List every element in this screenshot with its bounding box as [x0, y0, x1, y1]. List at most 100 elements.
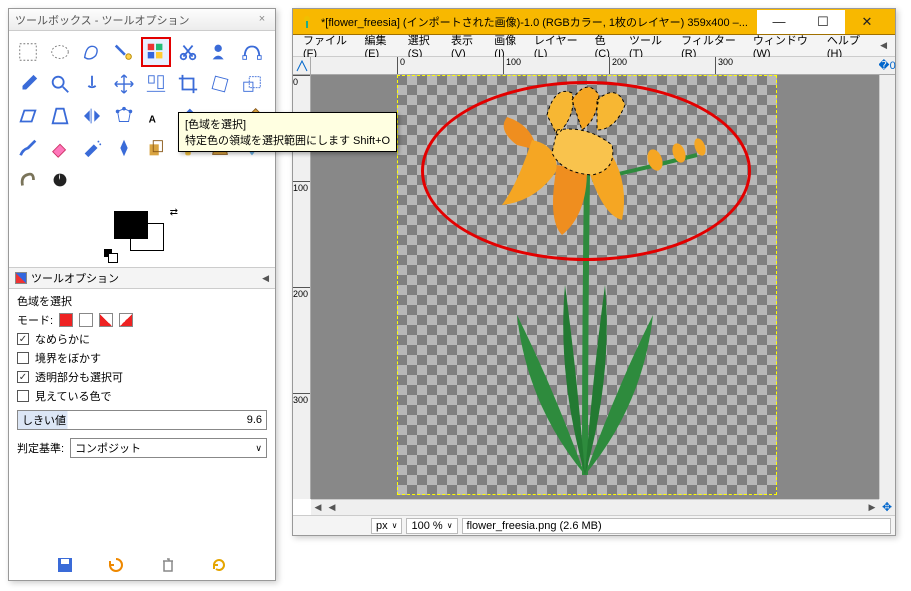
image-title: *[flower_freesia] (インポートされた画像)-1.0 (RGBカ… [321, 14, 757, 30]
reset-options-icon[interactable] [210, 556, 228, 574]
smoothing-row[interactable]: ✓ なめらかに [17, 331, 267, 347]
perspective-tool[interactable] [45, 101, 75, 131]
scrollbar-vertical[interactable] [879, 75, 895, 499]
crop-tool[interactable] [173, 69, 203, 99]
status-filename: flower_freesia.png (2.6 MB) [462, 518, 891, 534]
scrollbar-horizontal[interactable]: ◀ ◀ ▶ [311, 499, 879, 515]
close-icon[interactable]: × [255, 13, 269, 27]
mode-add[interactable] [79, 313, 93, 327]
scale-tool[interactable] [237, 69, 267, 99]
options-title: 色域を選択 [17, 293, 267, 309]
options-icon [15, 272, 27, 284]
zoom-tool[interactable] [45, 69, 75, 99]
dodge-burn-tool[interactable] [45, 165, 75, 195]
shear-tool[interactable] [13, 101, 43, 131]
rect-select-tool[interactable] [13, 37, 43, 67]
foreground-select-tool[interactable] [205, 37, 235, 67]
ellipse-select-tool[interactable] [45, 37, 75, 67]
options-footer [9, 556, 275, 574]
smoothing-label: なめらかに [35, 331, 90, 347]
scroll-right-icon[interactable]: ▶ [865, 502, 879, 513]
color-swatch[interactable]: ⇄ [102, 205, 182, 265]
tool-options-header[interactable]: ツールオプション ◀ [9, 267, 275, 289]
transparent-label: 透明部分も選択可 [35, 369, 123, 385]
airbrush-tool[interactable] [77, 133, 107, 163]
criterion-combo[interactable]: コンポジット ∨ [70, 438, 267, 458]
quick-mask-icon[interactable]: �0 [879, 57, 895, 75]
ruler-tick: 200 [609, 57, 627, 75]
filename-text: flower_freesia.png (2.6 MB) [467, 520, 602, 532]
save-options-icon[interactable] [56, 556, 74, 574]
mode-intersect[interactable] [119, 313, 133, 327]
eraser-tool[interactable] [45, 133, 75, 163]
text-tool[interactable]: A [141, 101, 171, 131]
mode-row: モード: [17, 312, 267, 328]
visible-label: 見えている色で [35, 388, 111, 404]
ruler-corner[interactable] [293, 57, 311, 75]
default-colors-icon[interactable] [104, 249, 118, 263]
measure-tool[interactable] [77, 69, 107, 99]
fuzzy-select-tool[interactable] [109, 37, 139, 67]
select-by-color-tool[interactable] [141, 37, 171, 67]
smudge-tool[interactable] [13, 165, 43, 195]
tooltip-desc: 特定色の領域を選択範囲にします Shift+O [185, 132, 390, 148]
ink-tool[interactable] [109, 133, 139, 163]
chevron-down-icon: ∨ [392, 521, 398, 530]
zoom-value: 100 % [411, 520, 442, 532]
visible-row[interactable]: 見えている色で [17, 388, 267, 404]
mode-subtract[interactable] [99, 313, 113, 327]
ruler-horizontal[interactable]: 0 100 200 300 [311, 57, 879, 75]
chevron-down-icon: ∨ [255, 443, 262, 454]
tool-options-body: 色域を選択 モード: ✓ なめらかに 境界をぼかす ✓ 透明部分も選択可 見えて… [9, 289, 275, 465]
collapse-icon[interactable]: ◀ [262, 273, 269, 284]
scroll-left-icon[interactable]: ◀ [311, 502, 325, 513]
ruler-tick: 300 [293, 393, 311, 405]
menu-overflow-icon[interactable]: ◀ [874, 38, 891, 53]
cage-tool[interactable] [109, 101, 139, 131]
unit-combo[interactable]: px ∨ [371, 518, 402, 534]
rotate-tool[interactable] [205, 69, 235, 99]
checkbox-icon[interactable]: ✓ [17, 333, 29, 345]
fg-color[interactable] [114, 211, 148, 239]
toolbox-panel: ツールボックス - ツールオプション × A [8, 8, 276, 581]
chevron-down-icon: ∨ [447, 521, 453, 530]
mode-replace[interactable] [59, 313, 73, 327]
criterion-row: 判定基準: コンポジット ∨ [17, 438, 267, 458]
paintbrush-tool[interactable] [13, 133, 43, 163]
checkbox-icon[interactable] [17, 390, 29, 402]
threshold-label: しきい値 [22, 412, 66, 428]
feather-row[interactable]: 境界をぼかす [17, 350, 267, 366]
mode-label: モード: [17, 312, 53, 328]
feather-label: 境界をぼかす [35, 350, 101, 366]
restore-options-icon[interactable] [107, 556, 125, 574]
swap-colors-icon[interactable]: ⇄ [170, 207, 178, 218]
free-select-tool[interactable] [77, 37, 107, 67]
delete-options-icon[interactable] [159, 556, 177, 574]
toolbox-titlebar[interactable]: ツールボックス - ツールオプション × [9, 9, 275, 31]
unit-value: px [376, 520, 388, 532]
align-tool[interactable] [141, 69, 171, 99]
options-header-label: ツールオプション [31, 270, 119, 286]
paths-tool[interactable] [237, 37, 267, 67]
threshold-value: 9.6 [247, 414, 262, 426]
color-picker-tool[interactable] [13, 69, 43, 99]
tooltip-title: [色域を選択] [185, 116, 390, 132]
image-window: *[flower_freesia] (インポートされた画像)-1.0 (RGBカ… [292, 8, 896, 536]
move-tool[interactable] [109, 69, 139, 99]
scroll-left2-icon[interactable]: ◀ [325, 502, 339, 513]
app-icon [299, 14, 315, 30]
ruler-tick: 0 [397, 57, 405, 75]
checkbox-icon[interactable] [17, 352, 29, 364]
ruler-tick: 300 [715, 57, 733, 75]
ruler-tick: 0 [293, 75, 311, 87]
flip-tool[interactable] [77, 101, 107, 131]
navigation-icon[interactable]: ✥ [879, 499, 895, 515]
checkbox-icon[interactable]: ✓ [17, 371, 29, 383]
svg-text:A: A [149, 114, 157, 125]
scissors-tool[interactable] [173, 37, 203, 67]
transparent-row[interactable]: ✓ 透明部分も選択可 [17, 369, 267, 385]
zoom-combo[interactable]: 100 % ∨ [406, 518, 457, 534]
clone-tool[interactable] [141, 133, 171, 163]
threshold-slider[interactable]: しきい値 9.6 [17, 410, 267, 430]
criterion-value: コンポジット [75, 440, 141, 456]
